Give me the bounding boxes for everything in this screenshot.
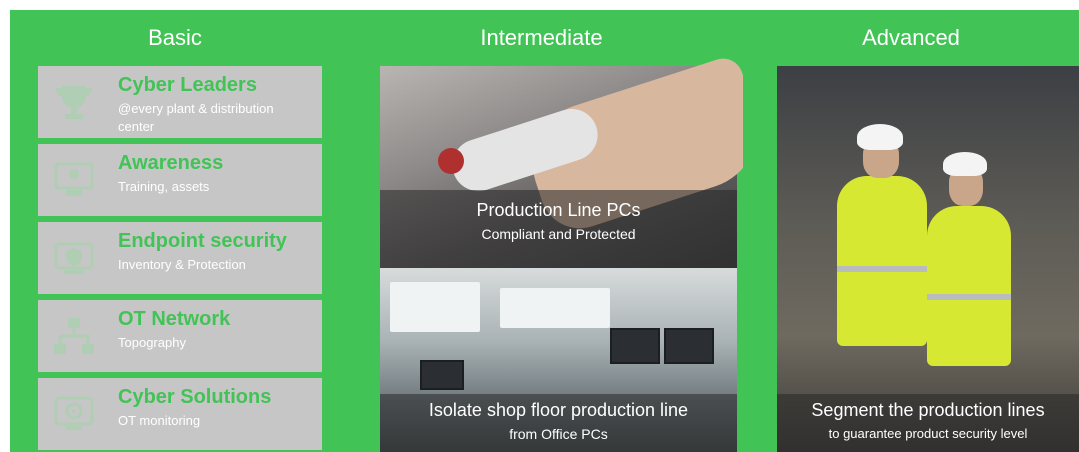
caption-band: Production Line PCs Compliant and Protec… [380, 190, 737, 268]
basic-item-subtitle: Topography [118, 335, 186, 350]
basic-item-ot-network: OT Network Topography [38, 300, 322, 372]
basic-column-title: Basic [148, 25, 202, 50]
chevron-arrow-shape [340, 66, 380, 452]
advanced-column: Advanced Segment the production lines to… [743, 10, 1079, 452]
trophy-icon [56, 86, 92, 119]
basic-item-title: OT Network [118, 308, 231, 330]
basic-item-title: Endpoint security [118, 230, 287, 252]
production-line-pc-photo: Production Line PCs Compliant and Protec… [380, 53, 743, 268]
reflective-stripe [837, 266, 927, 272]
helmet-shape [857, 124, 903, 150]
monitor-shape [610, 328, 660, 364]
basic-item-title: Cyber Leaders [118, 74, 257, 96]
scanner-tip-shape [438, 148, 464, 174]
caption-band: Isolate shop floor production line from … [380, 394, 737, 452]
worker-shape [927, 206, 1011, 366]
basic-item-subtitle: Inventory & Protection [118, 257, 246, 272]
isolate-subcaption: from Office PCs [509, 426, 608, 442]
monitoring-icon [54, 396, 94, 430]
basic-item-cyber-leaders: Cyber Leaders @every plant & distributio… [38, 66, 322, 138]
helmet-shape [943, 152, 987, 176]
basic-column: Basic Cyber Leaders @every plant & distr… [10, 10, 340, 452]
basic-item-subtitle: @every plant & distribution center [118, 101, 274, 134]
segment-subcaption: to guarantee product security level [828, 426, 1028, 441]
basic-item-cyber-solutions: Cyber Solutions OT monitoring [38, 378, 322, 450]
basic-item-subtitle: Training, assets [118, 179, 210, 194]
network-icon [54, 318, 94, 354]
basic-items-list: Cyber Leaders @every plant & distributio… [38, 66, 322, 452]
office-floor-photo: Isolate shop floor production line from … [380, 268, 737, 452]
advanced-column-title: Advanced [862, 25, 960, 50]
endpoint-icon [54, 242, 94, 274]
worker-shape [837, 176, 927, 346]
isolate-caption: Isolate shop floor production line [428, 400, 689, 420]
intermediate-column-title: Intermediate [480, 25, 603, 50]
intermediate-column: Intermediate Production Line PCs Complia… [340, 10, 743, 452]
monitor-shape [420, 360, 464, 390]
production-line-caption: Production Line PCs [476, 200, 641, 220]
basic-item-endpoint-security: Endpoint security Inventory & Protection [38, 222, 322, 294]
office-window [390, 282, 480, 332]
caption-band: Segment the production lines to guarante… [777, 394, 1079, 452]
workers-photo: Segment the production lines to guarante… [777, 66, 1079, 452]
chevron-arrow-shape [743, 66, 777, 452]
basic-item-awareness: Awareness Training, assets [38, 144, 322, 216]
production-line-subcaption: Compliant and Protected [481, 226, 636, 242]
monitor-shape [664, 328, 714, 364]
basic-item-title: Awareness [118, 152, 224, 174]
training-icon [54, 162, 94, 196]
basic-item-subtitle: OT monitoring [118, 413, 201, 428]
basic-item-title: Cyber Solutions [118, 386, 272, 408]
office-window [500, 288, 610, 328]
reflective-stripe [927, 294, 1011, 300]
segment-caption: Segment the production lines [811, 400, 1045, 420]
